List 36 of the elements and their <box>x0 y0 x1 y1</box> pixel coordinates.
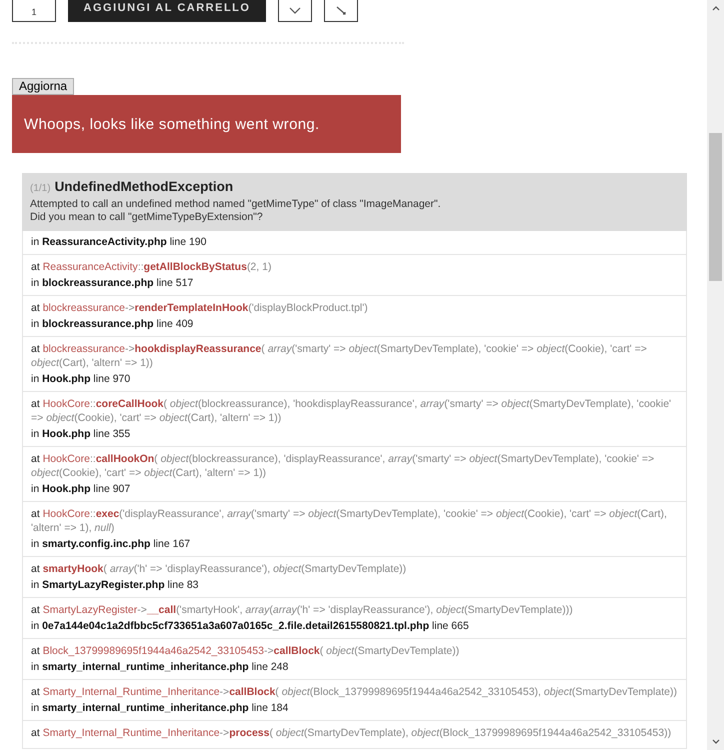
file-location: in smarty_internal_runtime_inheritance.php line 184 <box>31 702 290 715</box>
exception-counter: (1/1) <box>30 183 51 194</box>
file-location: in blockreassurance.php line 409 <box>31 318 194 331</box>
call-signature: at Smarty_Internal_Runtime_Inheritance->process( object(SmartyDevTemplate), object(Block_13799989695f1944a46a2542_33105453)) <box>31 726 672 740</box>
file-location: in Hook.php line 907 <box>31 483 132 496</box>
call-signature: at HookCore::callHookOn( object(blockreassurance), 'displayReassurance', array('smarty' => object(SmartyDevTemplate), 'cookie' => object(Cookie), 'cart' => object(Cart), 'altern' => 1)) <box>31 452 656 480</box>
call-signature: at HookCore::exec('displayReassurance', array('smarty' => object(SmartyDevTemplate), 'cookie' => object(Cookie), 'cart' => object(Cart), 'altern' => 1), null) <box>31 507 668 535</box>
file-location: in smarty_internal_runtime_inheritance.php line 248 <box>31 661 290 674</box>
wishlist-button[interactable] <box>278 0 312 22</box>
exception-message: Attempted to call an undefined method named "getMimeType" of class "ImageManager". <box>30 198 442 211</box>
file-location: in Hook.php line 970 <box>31 373 132 386</box>
call-signature: at Block_13799989695f1944a46a2542_33105453->callBlock( object(SmartyDevTemplate)) <box>31 644 460 658</box>
call-signature: at Smarty_Internal_Runtime_Inheritance->callBlock( object(Block_13799989695f1944a46a2542_33105453), object(SmartyDevTemplate)) <box>31 685 678 699</box>
file-location: in smarty.config.inc.php line 167 <box>31 538 192 551</box>
file-location: in 0e7a144e04c1a2dfbbc5cf733651a3a607a0165c_2.file.detail2615580821.tpl.php line 665 <box>31 620 470 633</box>
quantity-field[interactable]: 1 <box>12 0 56 22</box>
call-signature: at blockreassurance->renderTemplateInHook('displayBlockProduct.tpl') <box>31 301 369 315</box>
file-location: in blockreassurance.php line 517 <box>31 277 194 290</box>
exception-message: Did you mean to call "getMimeTypeByExtension"? <box>30 211 264 224</box>
call-signature: at SmartyLazyRegister->__call('smartyHook', array(array('h' => 'displayReassurance'), object(SmartyDevTemplate))) <box>31 603 574 617</box>
file-location: in SmartyLazyRegister.php line 83 <box>31 579 200 592</box>
call-signature: at smartyHook( array('h' => 'displayReassurance'), object(SmartyDevTemplate)) <box>31 562 408 576</box>
refresh-button[interactable]: Aggiorna <box>12 78 74 95</box>
scroll-down-icon[interactable] <box>712 739 720 744</box>
exception-name: UndefinedMethodException <box>54 179 234 194</box>
scrollbar-thumb[interactable] <box>709 133 722 281</box>
file-location: in Hook.php line 355 <box>31 428 132 441</box>
scroll-up-icon[interactable] <box>712 6 720 11</box>
file-location: in ReassuranceActivity.php line 190 <box>31 236 208 249</box>
call-signature: at blockreassurance->hookdisplayReassurance( array('smarty' => object(SmartyDevTemplate), 'cookie' => object(Cookie), 'cart' => object(Cart), 'altern' => 1)) <box>31 342 648 370</box>
error-banner: Whoops, looks like something went wrong. <box>12 95 401 153</box>
compare-button[interactable] <box>324 0 358 22</box>
chevron-down-icon <box>289 7 301 14</box>
call-signature: at ReassuranceActivity::getAllBlockByStatus(2, 1) <box>31 260 272 274</box>
call-signature: at HookCore::coreCallHook( object(blockreassurance), 'hookdisplayReassurance', array('smarty' => object(SmartyDevTemplate), 'cookie' => object(Cookie), 'cart' => object(Cart), 'altern' => 1)) <box>31 397 672 425</box>
add-to-cart-button[interactable]: AGGIUNGI AL CARRELLO <box>68 0 266 22</box>
